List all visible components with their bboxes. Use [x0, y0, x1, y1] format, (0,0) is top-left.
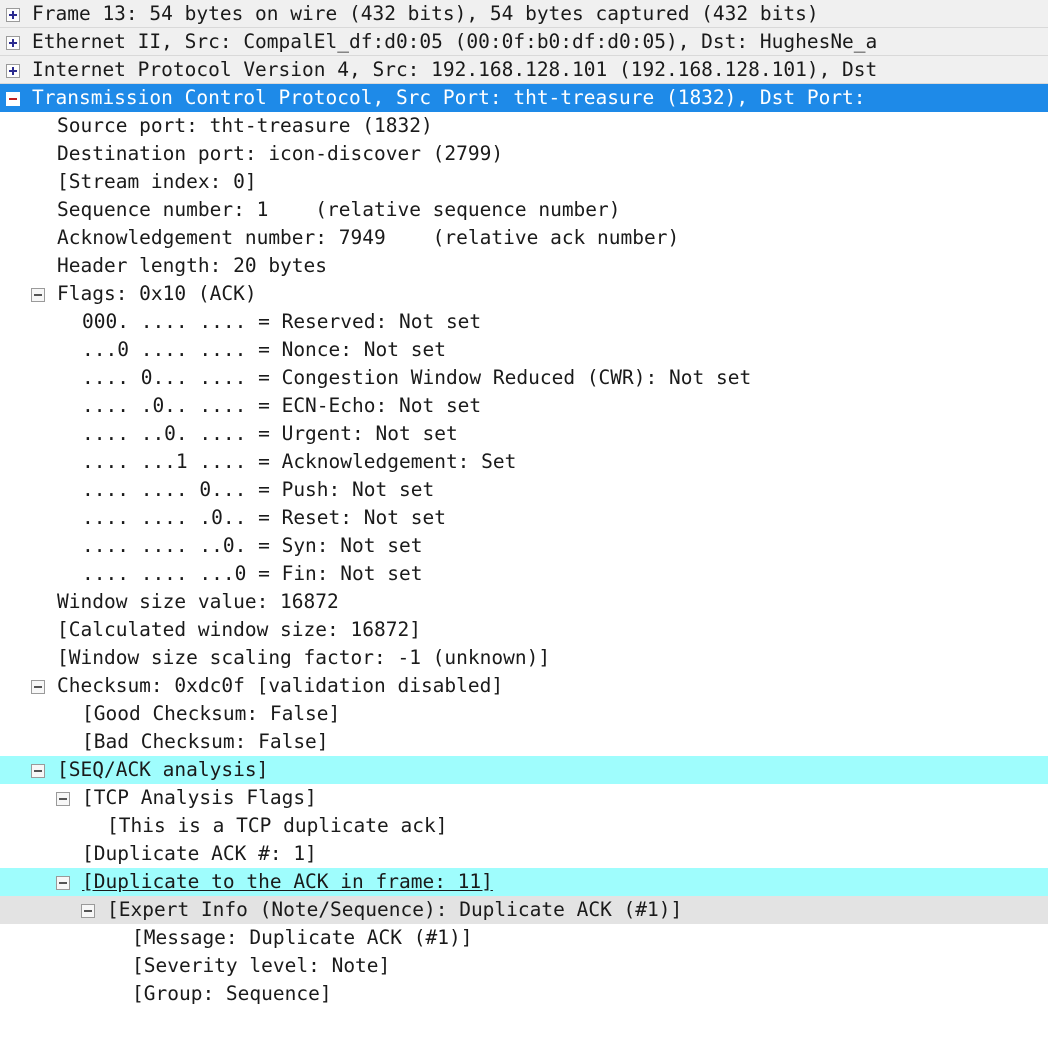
- tree-row-flags[interactable]: Flags: 0x10 (ACK): [0, 280, 1048, 308]
- expand-plus-icon[interactable]: [6, 36, 20, 50]
- tree-row-tcp-analysis-flags-label: [TCP Analysis Flags]: [82, 786, 317, 809]
- tree-row-tcp-analysis-flags[interactable]: [TCP Analysis Flags]: [0, 784, 1048, 812]
- tree-row-flag-syn-label: .... .... ..0. = Syn: Not set: [82, 534, 423, 557]
- collapse-minus-icon[interactable]: [31, 288, 45, 302]
- tree-row-calculated-window-size[interactable]: [Calculated window size: 16872]: [0, 616, 1048, 644]
- tree-row-destination-port[interactable]: Destination port: icon-discover (2799): [0, 140, 1048, 168]
- tree-row-expert-severity[interactable]: [Severity level: Note]: [0, 952, 1048, 980]
- tree-row-duplicate-to-ack-frame-link[interactable]: [Duplicate to the ACK in frame: 11]: [0, 868, 1048, 896]
- collapse-minus-icon[interactable]: [56, 876, 70, 890]
- tree-row-flag-urgent-label: .... ..0. .... = Urgent: Not set: [82, 422, 458, 445]
- expand-plus-icon[interactable]: [6, 64, 20, 78]
- tree-row-flag-acknowledgement-label: .... ...1 .... = Acknowledgement: Set: [82, 450, 517, 473]
- tree-row-source-port-label: Source port: tht-treasure (1832): [57, 114, 433, 137]
- packet-details-tree[interactable]: Frame 13: 54 bytes on wire (432 bits), 5…: [0, 0, 1048, 1038]
- tree-row-expert-severity-label: [Severity level: Note]: [132, 954, 391, 977]
- expand-plus-icon[interactable]: [6, 8, 20, 22]
- tree-row-expert-info[interactable]: [Expert Info (Note/Sequence): Duplicate …: [0, 896, 1048, 924]
- tree-row-flag-cwr[interactable]: .... 0... .... = Congestion Window Reduc…: [0, 364, 1048, 392]
- tree-row-destination-port-label: Destination port: icon-discover (2799): [57, 142, 504, 165]
- tree-row-window-scaling-factor-label: [Window size scaling factor: -1 (unknown…: [57, 646, 551, 669]
- collapse-minus-icon[interactable]: [31, 680, 45, 694]
- tree-row-expert-info-label: [Expert Info (Note/Sequence): Duplicate …: [107, 898, 683, 921]
- tree-row-tcp-duplicate-ack[interactable]: [This is a TCP duplicate ack]: [0, 812, 1048, 840]
- tree-row-flag-reserved[interactable]: 000. .... .... = Reserved: Not set: [0, 308, 1048, 336]
- tree-row-header-length-label: Header length: 20 bytes: [57, 254, 328, 277]
- tree-row-seq-ack-analysis[interactable]: [SEQ/ACK analysis]: [0, 756, 1048, 784]
- tree-row-good-checksum[interactable]: [Good Checksum: False]: [0, 700, 1048, 728]
- tree-row-bad-checksum-label: [Bad Checksum: False]: [82, 730, 329, 753]
- tree-row-flags-label: Flags: 0x10 (ACK): [57, 282, 257, 305]
- tree-row-expert-group[interactable]: [Group: Sequence]: [0, 980, 1048, 1008]
- tree-row-expert-group-label: [Group: Sequence]: [132, 982, 332, 1005]
- tree-row-window-scaling-factor[interactable]: [Window size scaling factor: -1 (unknown…: [0, 644, 1048, 672]
- tree-row-checksum[interactable]: Checksum: 0xdc0f [validation disabled]: [0, 672, 1048, 700]
- collapse-minus-icon[interactable]: [31, 764, 45, 778]
- tree-row-tcp[interactable]: Transmission Control Protocol, Src Port:…: [0, 84, 1048, 112]
- tree-row-flag-acknowledgement[interactable]: .... ...1 .... = Acknowledgement: Set: [0, 448, 1048, 476]
- tree-row-flag-ecn-echo-label: .... .0.. .... = ECN-Echo: Not set: [82, 394, 482, 417]
- tree-row-good-checksum-label: [Good Checksum: False]: [82, 702, 341, 725]
- tree-row-tcp-duplicate-ack-label: [This is a TCP duplicate ack]: [107, 814, 448, 837]
- tree-row-flag-urgent[interactable]: .... ..0. .... = Urgent: Not set: [0, 420, 1048, 448]
- tree-row-flag-reset[interactable]: .... .... .0.. = Reset: Not set: [0, 504, 1048, 532]
- tree-row-expert-message[interactable]: [Message: Duplicate ACK (#1)]: [0, 924, 1048, 952]
- tree-row-flag-ecn-echo[interactable]: .... .0.. .... = ECN-Echo: Not set: [0, 392, 1048, 420]
- tree-row-duplicate-ack-number-label: [Duplicate ACK #: 1]: [82, 842, 317, 865]
- tree-row-acknowledgement-number-label: Acknowledgement number: 7949 (relative a…: [57, 226, 680, 249]
- tree-row-window-size-value[interactable]: Window size value: 16872: [0, 588, 1048, 616]
- tree-row-seq-ack-analysis-label: [SEQ/ACK analysis]: [57, 758, 269, 781]
- tree-row-header-length[interactable]: Header length: 20 bytes: [0, 252, 1048, 280]
- tree-row-sequence-number[interactable]: Sequence number: 1 (relative sequence nu…: [0, 196, 1048, 224]
- tree-row-source-port[interactable]: Source port: tht-treasure (1832): [0, 112, 1048, 140]
- tree-row-ipv4-label: Internet Protocol Version 4, Src: 192.16…: [32, 58, 878, 81]
- tree-row-flag-fin[interactable]: .... .... ...0 = Fin: Not set: [0, 560, 1048, 588]
- tree-row-flag-cwr-label: .... 0... .... = Congestion Window Reduc…: [82, 366, 752, 389]
- tree-row-frame-label: Frame 13: 54 bytes on wire (432 bits), 5…: [32, 2, 819, 25]
- tree-row-flag-fin-label: .... .... ...0 = Fin: Not set: [82, 562, 423, 585]
- tree-row-window-size-value-label: Window size value: 16872: [57, 590, 339, 613]
- collapse-minus-icon[interactable]: [56, 792, 70, 806]
- tree-row-ethernet[interactable]: Ethernet II, Src: CompalEl_df:d0:05 (00:…: [0, 28, 1048, 56]
- tree-row-flag-push[interactable]: .... .... 0... = Push: Not set: [0, 476, 1048, 504]
- tree-row-bad-checksum[interactable]: [Bad Checksum: False]: [0, 728, 1048, 756]
- tree-row-tcp-label: Transmission Control Protocol, Src Port:…: [32, 86, 866, 109]
- tree-row-stream-index-label: [Stream index: 0]: [57, 170, 257, 193]
- tree-row-flag-reserved-label: 000. .... .... = Reserved: Not set: [82, 310, 482, 333]
- tree-row-frame[interactable]: Frame 13: 54 bytes on wire (432 bits), 5…: [0, 0, 1048, 28]
- tree-row-duplicate-to-ack-frame-link-label: [Duplicate to the ACK in frame: 11]: [82, 870, 493, 893]
- tree-row-checksum-label: Checksum: 0xdc0f [validation disabled]: [57, 674, 504, 697]
- tree-row-calculated-window-size-label: [Calculated window size: 16872]: [57, 618, 421, 641]
- collapse-minus-icon[interactable]: [81, 904, 95, 918]
- tree-row-duplicate-ack-number[interactable]: [Duplicate ACK #: 1]: [0, 840, 1048, 868]
- tree-row-flag-syn[interactable]: .... .... ..0. = Syn: Not set: [0, 532, 1048, 560]
- tree-row-ethernet-label: Ethernet II, Src: CompalEl_df:d0:05 (00:…: [32, 30, 878, 53]
- collapse-minus-icon[interactable]: [6, 92, 20, 106]
- tree-row-flag-push-label: .... .... 0... = Push: Not set: [82, 478, 435, 501]
- tree-row-expert-message-label: [Message: Duplicate ACK (#1)]: [132, 926, 473, 949]
- tree-row-sequence-number-label: Sequence number: 1 (relative sequence nu…: [57, 198, 621, 221]
- tree-row-acknowledgement-number[interactable]: Acknowledgement number: 7949 (relative a…: [0, 224, 1048, 252]
- tree-row-flag-reset-label: .... .... .0.. = Reset: Not set: [82, 506, 446, 529]
- tree-row-ipv4[interactable]: Internet Protocol Version 4, Src: 192.16…: [0, 56, 1048, 84]
- tree-row-flag-nonce[interactable]: ...0 .... .... = Nonce: Not set: [0, 336, 1048, 364]
- tree-row-stream-index[interactable]: [Stream index: 0]: [0, 168, 1048, 196]
- tree-row-flag-nonce-label: ...0 .... .... = Nonce: Not set: [82, 338, 446, 361]
